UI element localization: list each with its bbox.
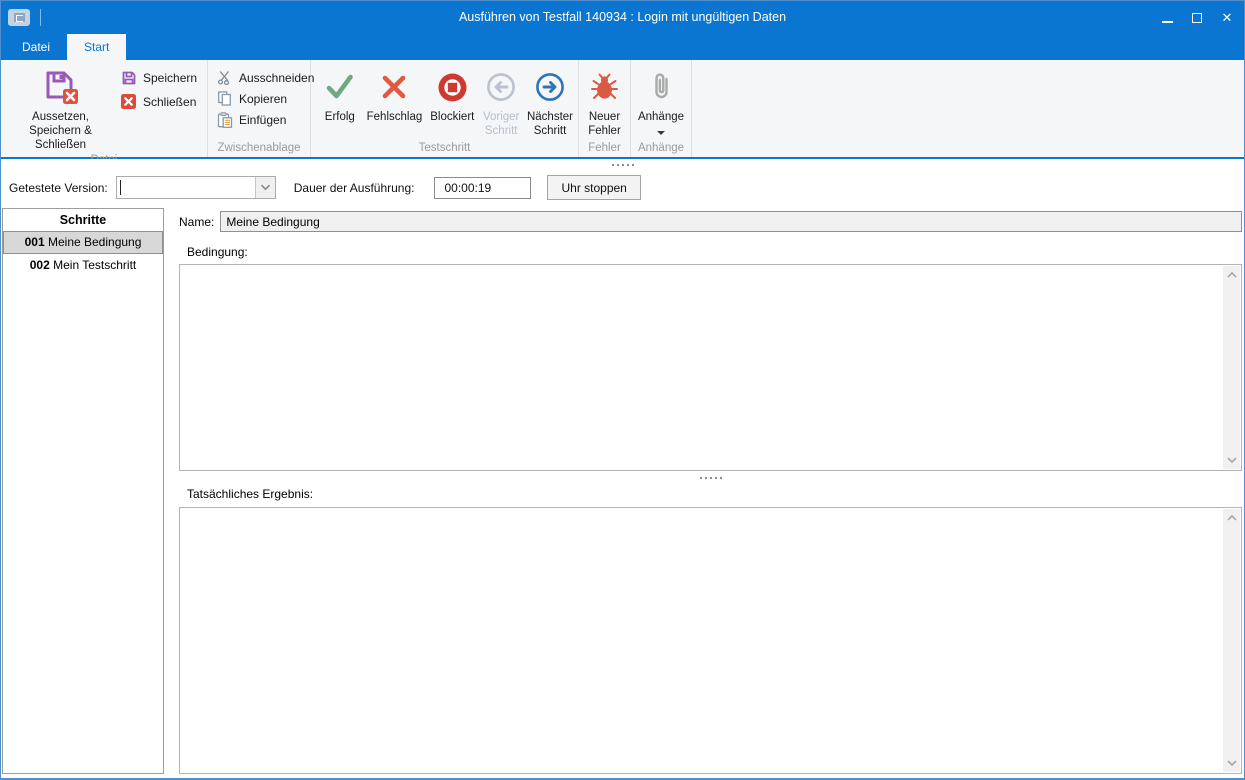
scroll-down-icon[interactable] — [1223, 755, 1240, 771]
step-number: 002 — [30, 258, 50, 272]
close-button[interactable]: ✕ — [1212, 1, 1242, 34]
close-icon: ✕ — [1222, 11, 1233, 24]
paste-label: Einfügen — [239, 113, 286, 127]
group-label-anhaenge: Anhänge — [631, 142, 691, 157]
suspend-save-close-icon — [41, 66, 81, 108]
close-file-icon — [120, 94, 137, 109]
condition-label: Bedingung: — [187, 245, 1242, 259]
ribbon-group-testschritt: Erfolg Fehlschlag — [311, 60, 579, 157]
dialog-window: Ausführen von Testfall 140934 : Login mi… — [0, 0, 1245, 780]
tested-version-label: Getestete Version: — [9, 181, 108, 195]
success-button[interactable]: Erfolg — [317, 63, 363, 126]
save-label: Speichern — [143, 71, 197, 85]
fail-label: Fehlschlag — [367, 110, 423, 124]
panel-splitter-grip[interactable] — [179, 471, 1242, 484]
group-label-testschritt: Testschritt — [311, 142, 578, 157]
blocked-label: Blockiert — [430, 110, 474, 124]
previous-step-button[interactable]: Voriger Schritt — [478, 63, 524, 140]
step-label: Mein Testschritt — [53, 258, 136, 272]
tested-version-combobox[interactable] — [116, 176, 276, 199]
content-area: Schritte 001 Meine Bedingung 002 Mein Te… — [2, 207, 1243, 776]
stop-clock-button[interactable]: Uhr stoppen — [547, 175, 640, 200]
scroll-down-icon[interactable] — [1223, 452, 1240, 468]
bug-icon — [591, 66, 618, 108]
cut-label: Ausschneiden — [239, 71, 314, 85]
scissors-icon — [216, 70, 233, 85]
scroll-up-icon[interactable] — [1223, 510, 1240, 526]
tab-datei[interactable]: Datei — [5, 34, 67, 60]
save-button[interactable]: Speichern — [120, 70, 197, 86]
toolbar-strip: Getestete Version: Dauer der Ausführung:… — [1, 159, 1244, 205]
name-field[interactable]: Meine Bedingung — [220, 211, 1242, 232]
actual-result-scrollbar[interactable] — [1223, 509, 1240, 772]
actual-result-label: Tatsächliches Ergebnis: — [187, 487, 1242, 501]
paste-button[interactable]: Einfügen — [216, 112, 314, 128]
fail-x-icon — [380, 66, 408, 108]
condition-textarea[interactable] — [179, 264, 1242, 471]
suspend-save-close-button[interactable]: Aussetzen, Speichern & Schließen — [3, 63, 118, 154]
actual-result-textarea[interactable] — [179, 507, 1242, 774]
steps-panel: Schritte 001 Meine Bedingung 002 Mein Te… — [2, 208, 164, 774]
ribbon-group-datei: Aussetzen, Speichern & Schließen Speiche… — [1, 60, 208, 157]
text-caret — [120, 180, 121, 195]
minimize-button[interactable] — [1152, 1, 1182, 34]
chevron-down-icon — [260, 184, 271, 191]
previous-step-icon — [486, 66, 516, 108]
copy-label: Kopieren — [239, 92, 287, 106]
attachments-label: Anhänge — [638, 110, 684, 124]
step-detail-panel: Name: Meine Bedingung Bedingung: Tatsäch… — [179, 207, 1242, 774]
close-file-button[interactable]: Schließen — [120, 94, 197, 109]
tested-version-input[interactable] — [117, 177, 255, 198]
step-item-002[interactable]: 002 Mein Testschritt — [3, 254, 163, 277]
ribbon-tab-bar: Datei Start — [1, 34, 1244, 60]
ribbon-group-fehler: Neuer Fehler Fehler — [579, 60, 631, 157]
success-check-icon — [324, 66, 355, 108]
minimize-icon — [1162, 21, 1173, 23]
new-defect-button[interactable]: Neuer Fehler — [581, 63, 628, 140]
next-step-button[interactable]: Nächster Schritt — [524, 63, 576, 140]
step-number: 001 — [25, 235, 45, 249]
close-file-label: Schließen — [143, 95, 196, 109]
next-step-icon — [535, 66, 565, 108]
blocked-stop-icon — [437, 66, 468, 108]
step-label: Meine Bedingung — [48, 235, 141, 249]
ribbon-group-anhaenge: Anhänge Anhänge — [631, 60, 692, 157]
paste-icon — [216, 112, 233, 128]
duration-input[interactable]: 00:00:19 — [434, 177, 531, 199]
maximize-button[interactable] — [1182, 1, 1212, 34]
previous-step-label: Voriger Schritt — [482, 110, 520, 138]
group-label-zwischenablage: Zwischenablage — [208, 142, 310, 157]
next-step-label: Nächster Schritt — [527, 110, 573, 138]
steps-header: Schritte — [3, 209, 163, 231]
suspend-save-close-label: Aussetzen, Speichern & Schließen — [7, 110, 114, 152]
maximize-icon — [1192, 13, 1202, 23]
group-label-fehler: Fehler — [579, 142, 630, 157]
duration-label: Dauer der Ausführung: — [294, 181, 415, 195]
attachments-dropdown-icon — [657, 131, 665, 135]
ribbon: Aussetzen, Speichern & Schließen Speiche… — [1, 60, 1244, 159]
condition-scrollbar[interactable] — [1223, 266, 1240, 469]
success-label: Erfolg — [325, 110, 355, 124]
tab-start[interactable]: Start — [67, 34, 126, 60]
titlebar: Ausführen von Testfall 140934 : Login mi… — [1, 1, 1244, 34]
window-title: Ausführen von Testfall 140934 : Login mi… — [1, 1, 1244, 34]
ribbon-group-zwischenablage: Ausschneiden Kopieren — [208, 60, 311, 157]
save-icon — [120, 70, 137, 86]
ribbon-splitter-grip[interactable] — [1, 159, 1244, 166]
name-label: Name: — [179, 215, 214, 229]
copy-icon — [216, 91, 233, 106]
copy-button[interactable]: Kopieren — [216, 91, 314, 106]
cut-button[interactable]: Ausschneiden — [216, 70, 314, 85]
fail-button[interactable]: Fehlschlag — [363, 63, 427, 126]
tested-version-dropdown-button[interactable] — [255, 177, 275, 198]
blocked-button[interactable]: Blockiert — [426, 63, 478, 126]
attachments-button[interactable]: Anhänge — [633, 63, 689, 137]
paperclip-icon — [650, 66, 673, 108]
new-defect-label: Neuer Fehler — [585, 110, 624, 138]
window-controls: ✕ — [1152, 1, 1242, 34]
scroll-up-icon[interactable] — [1223, 267, 1240, 283]
step-item-001[interactable]: 001 Meine Bedingung — [3, 231, 163, 254]
